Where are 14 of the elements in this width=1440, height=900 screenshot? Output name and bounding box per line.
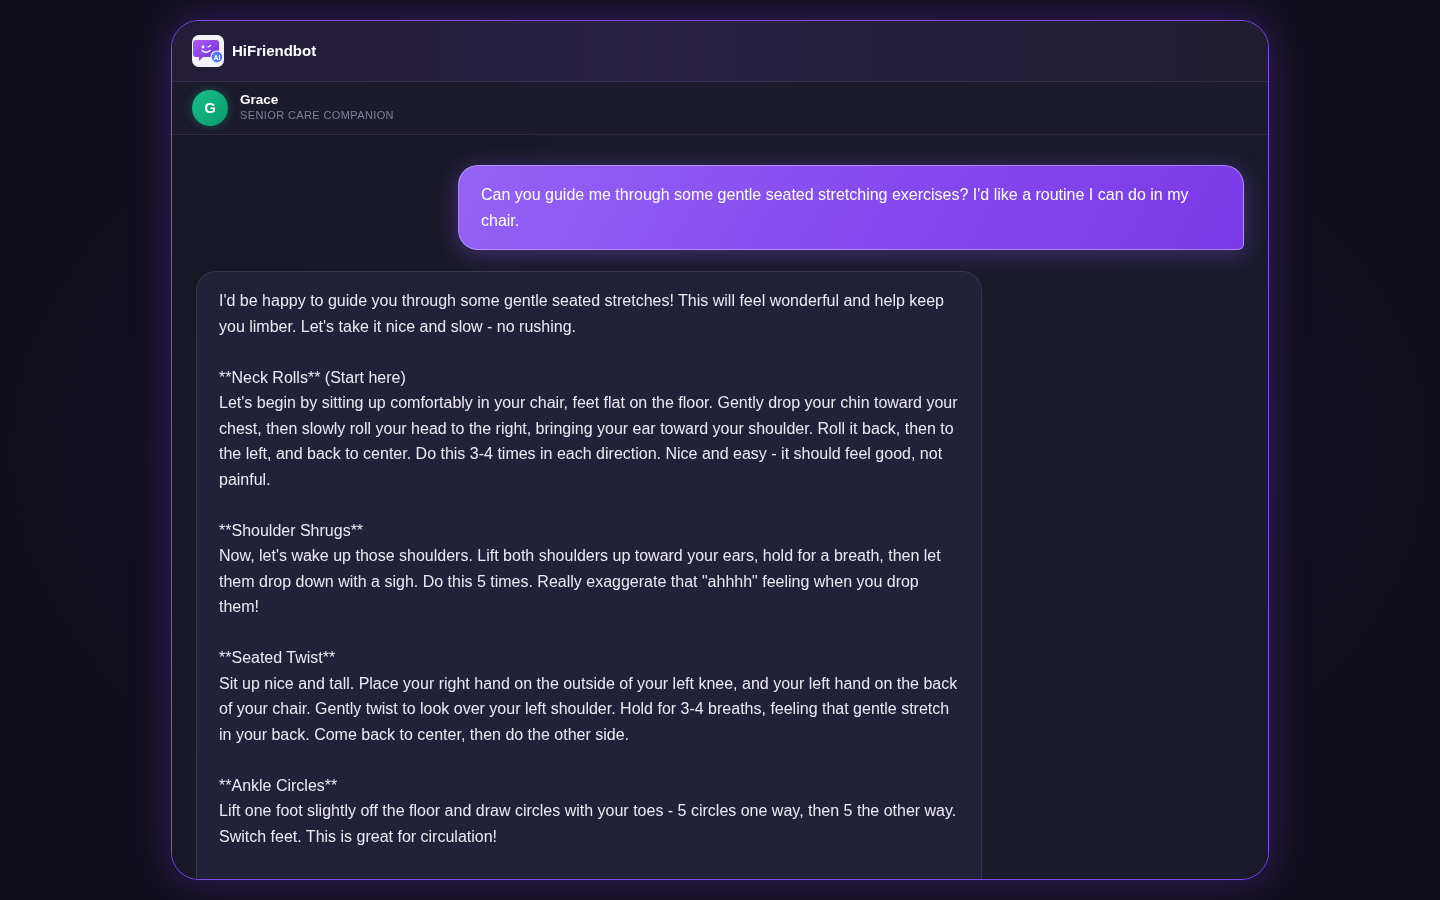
message-text: Now, let's wake up those shoulders. Lift both shoulders up toward your ears, hold for a breath, then let them drop down with a sigh. Do this 5 times. Really exaggerate that "ahhhh" feeling when you drop them! bbox=[219, 546, 942, 617]
contact-role: SENIOR CARE COMPANION bbox=[240, 108, 394, 123]
message-text: Can you guide me through some gentle seated stretching exercises? I'd like a routine I can do in my chair. bbox=[481, 185, 1190, 231]
section-heading: **Neck Rolls** (Start here) bbox=[219, 367, 407, 388]
avatar-initial: G bbox=[192, 90, 228, 126]
message-text: Lift one foot slightly off the floor and draw circles with your toes - 5 circles one way, then 5 the other way. Switch feet. This is great for circulation! bbox=[219, 801, 958, 847]
contact-name: Grace bbox=[240, 93, 280, 109]
section-heading: **Seated Twist** bbox=[219, 648, 337, 668]
message-text: I'd be happy to guide you through some gentle seated stretches! This will feel wonderful and help keep you limber. Let's take it nice and slow - no rushing. bbox=[219, 291, 945, 337]
section-heading: **Shoulder Shrugs** bbox=[219, 520, 365, 541]
message-text: Sit up nice and tall. Place your right hand on the outside of your left knee, and your left hand on the back of your chair. Gently twist to look over your left shoulder. Hold for 3-4 breaths, feeling that gentle stretch in your back. Come back to center, then do the other side. bbox=[219, 673, 959, 745]
message-text: Let's begin by sitting up comfortably in your chair, feet flat on the floor. Gently drop your chin toward your chest, then slowly roll your head to the right, bringing your ear toward your shoulder. Roll it back, then to the left, and back to center. Do this 3-4 times in each direction. Nice and easy - it should feel good, not painful. bbox=[219, 393, 959, 490]
app-title: HiFriendbot bbox=[232, 40, 317, 61]
section-heading: **Ankle Circles** bbox=[219, 775, 339, 796]
